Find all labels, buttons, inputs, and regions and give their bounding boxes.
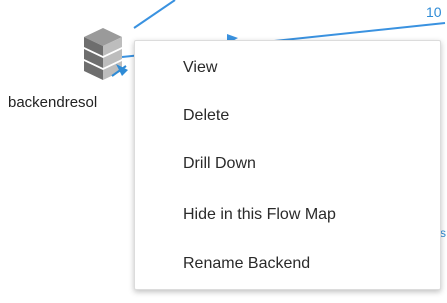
menu-item-drill-down[interactable]: Drill Down [183,155,256,173]
menu-item-delete[interactable]: Delete [183,107,229,125]
context-menu: View Delete Drill Down Hide in this Flow… [134,40,441,290]
edge-label-calls[interactable]: 10 [426,4,442,20]
menu-item-view[interactable]: View [183,59,217,77]
backend-node-label[interactable]: backendresol [8,94,97,111]
server-stack-icon [84,28,128,80]
flow-link-top-left[interactable] [133,0,176,29]
flow-map-canvas[interactable]: 10 s backendresol View Delete Drill Down… [0,0,447,303]
menu-item-rename-backend[interactable]: Rename Backend [183,255,310,273]
backend-node[interactable] [82,26,132,86]
menu-item-hide-in-flow-map[interactable]: Hide in this Flow Map [183,206,336,224]
